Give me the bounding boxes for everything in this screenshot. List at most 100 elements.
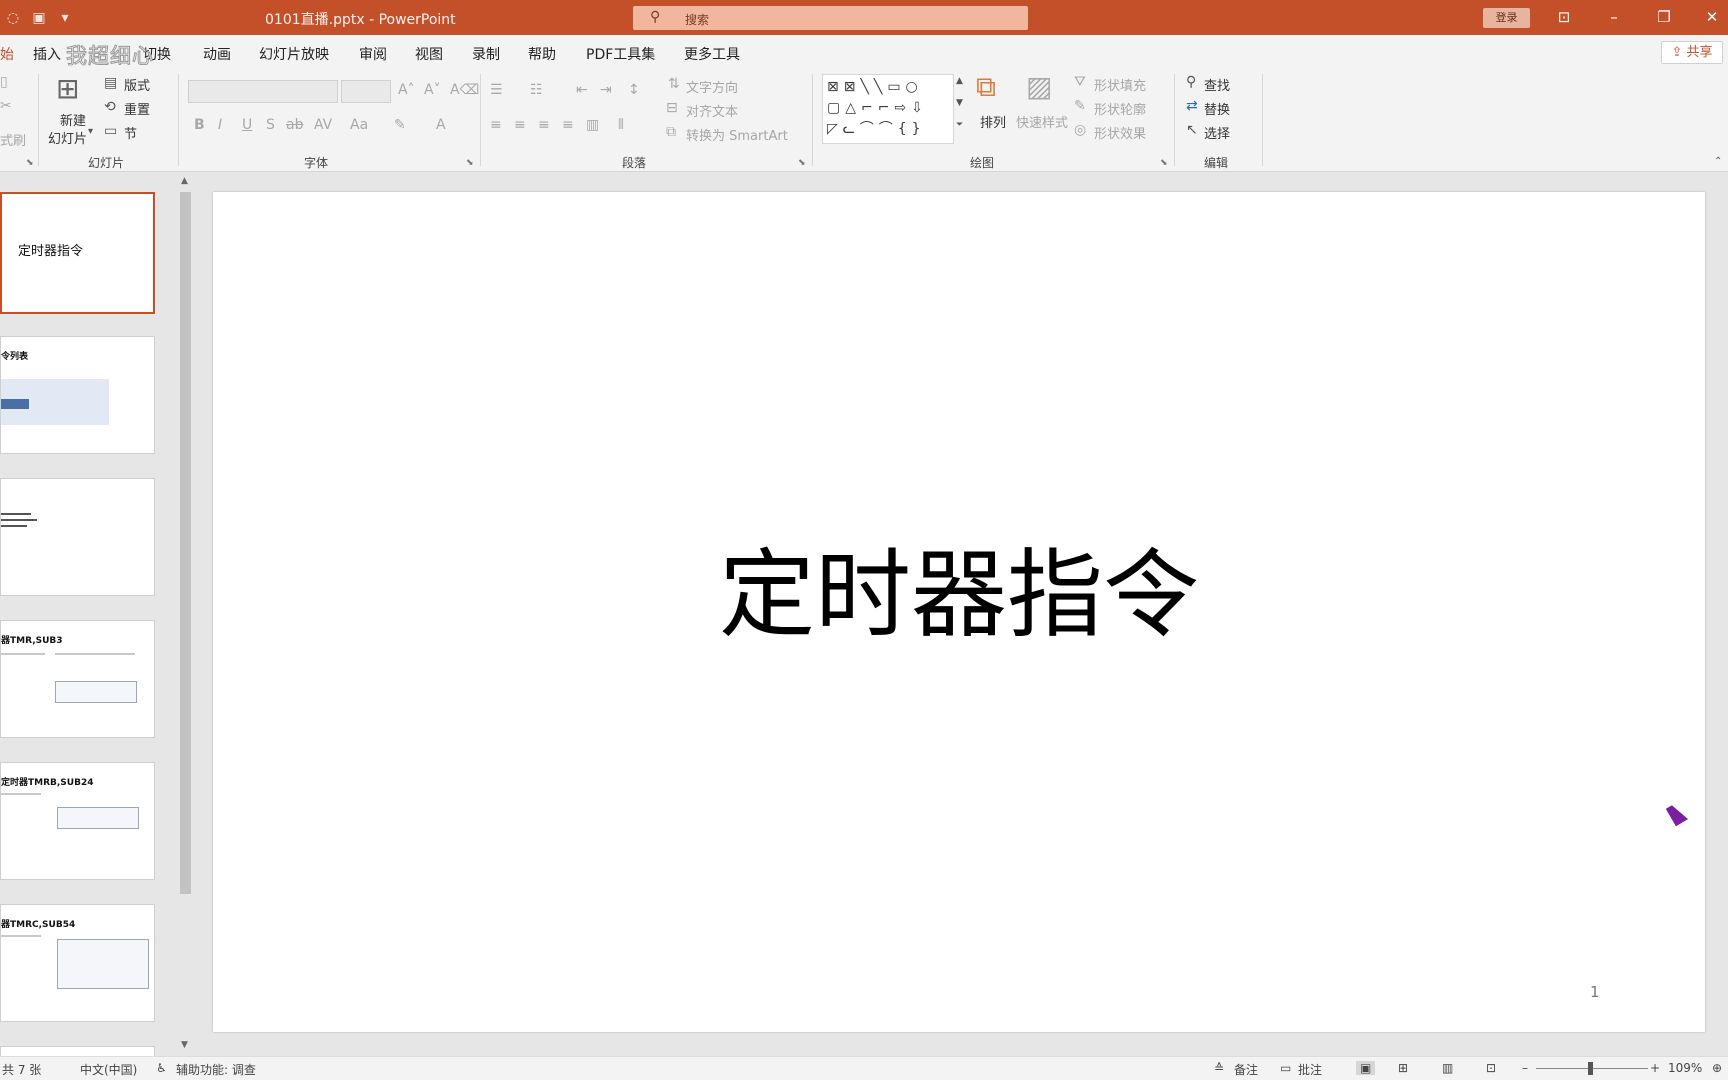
increase-font-icon[interactable]: A˄ [398,82,415,98]
login-button[interactable]: 登录 [1483,8,1530,28]
bullets-icon[interactable]: ☰ [490,82,503,98]
notes-button[interactable]: 备注 [1234,1061,1258,1078]
text-direction-button[interactable]: 文字方向 [686,77,738,96]
shape-effects-button[interactable]: 形状效果 [1094,123,1146,142]
new-slide-sub-label[interactable]: 幻灯片 [48,128,87,147]
scroll-up-icon[interactable]: ▲ [181,176,188,186]
search-input[interactable]: ⚲ 搜索 [633,6,1028,30]
align-left-icon[interactable]: ≡ [490,117,502,133]
shapes-gallery[interactable]: ⊠⊠╲╲▭○ ▢△⌐⌐⇨⇩ ◸ᓚ⌒⌒{} [822,74,954,144]
font-size-combo[interactable] [341,80,391,103]
normal-view-icon[interactable]: ▣ [1356,1061,1376,1075]
tab-insert[interactable]: 插入 [33,44,61,64]
thumbnail-slide-7[interactable] [0,1046,155,1056]
decrease-font-icon[interactable]: A˅ [424,82,441,98]
reset-button[interactable]: 重置 [124,99,150,118]
paragraph-launcher-icon[interactable]: ⬊ [798,158,806,168]
layout-button[interactable]: 版式 [124,75,150,94]
tab-slideshow[interactable]: 幻灯片放映 [259,44,329,64]
tab-more-tools[interactable]: 更多工具 [684,44,740,64]
tab-record[interactable]: 录制 [472,44,500,64]
ribbon-display-icon[interactable]: ⊡ [1540,0,1588,35]
underline-icon[interactable]: U [242,117,252,133]
columns-icon[interactable]: ⫴ [618,117,624,133]
thumbnail-slide-4[interactable]: 器TMR,SUB3 [0,620,155,738]
new-slide-icon[interactable]: ⊞ [56,72,79,105]
zoom-in-icon[interactable]: + [1650,1061,1660,1075]
justify-icon[interactable]: ≡ [562,117,574,133]
slideshow-icon[interactable]: ⊡ [1486,1061,1496,1075]
gallery-down-icon[interactable]: ▼ [956,98,963,108]
align-right-icon[interactable]: ≡ [538,117,550,133]
font-color-icon[interactable]: A [436,117,446,133]
accessibility-icon[interactable]: ♿ [156,1061,167,1075]
collapse-ribbon-icon[interactable]: ⌃ [1714,156,1722,167]
scroll-down-icon[interactable]: ▼ [181,1040,188,1050]
editor-scrollbar[interactable] [1718,172,1728,1056]
thumbnail-slide-6[interactable]: 器TMRC,SUB54 [0,904,155,1022]
thumbnail-slide-1[interactable]: 定时器指令 [0,192,155,314]
thumbnails-scrollbar[interactable]: ▲ ▼ [178,172,194,1056]
shadow-icon[interactable]: S [266,117,275,133]
thumbnail-slide-5[interactable]: 定时器TMRB,SUB24 [0,762,155,880]
convert-smartart-button[interactable]: 转换为 SmartArt [686,125,788,144]
fit-slide-icon[interactable]: ⊕ [1712,1061,1722,1075]
tab-view[interactable]: 视图 [415,44,443,64]
paste-icon[interactable]: ▯ [0,74,8,90]
find-button[interactable]: 查找 [1204,75,1230,94]
format-painter-partial[interactable]: 式刷 [0,130,26,149]
strikethrough-icon[interactable]: ab [286,117,303,133]
tab-review[interactable]: 审阅 [359,44,387,64]
tab-help[interactable]: 帮助 [528,44,556,64]
tab-animations[interactable]: 动画 [203,44,231,64]
slide-title[interactable]: 定时器指令 [213,517,1705,656]
thumbnail-slide-3[interactable] [0,478,155,596]
language-indicator[interactable]: 中文(中国) [80,1061,137,1078]
customize-qat-icon[interactable]: ▾ [52,10,78,26]
minimize-icon[interactable]: – [1590,0,1638,35]
slideshow-from-start-icon[interactable]: ▣ [26,10,52,26]
cut-icon[interactable]: ✂ [0,98,12,114]
bold-icon[interactable]: B [194,117,205,133]
select-button[interactable]: 选择 [1204,123,1230,142]
align-center-icon[interactable]: ≡ [514,117,526,133]
zoom-slider-thumb[interactable] [1588,1062,1593,1075]
share-button[interactable]: ⇪ 共享 [1661,41,1723,64]
zoom-out-icon[interactable]: – [1522,1061,1528,1075]
char-spacing-icon[interactable]: AV [314,117,332,133]
tab-pdf-tools[interactable]: PDF工具集 [586,44,655,64]
chevron-down-icon[interactable]: ▾ [88,126,93,137]
quick-styles-button[interactable]: 快速样式 [1016,112,1068,131]
clear-format-icon[interactable]: A⌫ [450,82,479,98]
change-case-icon[interactable]: Aa [350,117,368,133]
replace-button[interactable]: 替换 [1204,99,1230,118]
accessibility-status[interactable]: 辅助功能: 调查 [176,1061,256,1078]
undo-icon[interactable]: ◌ [0,10,26,26]
font-launcher-icon[interactable]: ⬊ [466,158,474,168]
close-icon[interactable]: ✕ [1688,0,1728,35]
reading-view-icon[interactable]: ▥ [1442,1061,1453,1075]
arrange-icon[interactable]: ⧉ [976,70,996,104]
slide-sorter-icon[interactable]: ⊞ [1398,1061,1408,1075]
line-spacing-icon[interactable]: ↕ [628,82,640,98]
increase-indent-icon[interactable]: ⇥ [600,82,612,98]
distributed-icon[interactable]: ▥ [586,117,599,133]
font-name-combo[interactable] [188,80,338,103]
thumbnail-slide-2[interactable]: 令列表 [0,336,155,454]
highlight-icon[interactable]: ✎ [394,117,406,133]
quick-styles-icon[interactable]: ▨ [1026,70,1052,103]
clipboard-launcher-icon[interactable]: ⬊ [26,158,34,168]
arrange-button[interactable]: 排列 [980,112,1006,131]
scrollbar-thumb[interactable] [180,192,191,894]
new-slide-button[interactable]: 新建 [60,110,86,129]
zoom-level[interactable]: 109% [1668,1061,1702,1075]
decrease-indent-icon[interactable]: ⇤ [576,82,588,98]
align-text-button[interactable]: 对齐文本 [686,101,738,120]
tab-home-partial[interactable]: 始 [0,44,14,64]
italic-icon[interactable]: I [218,117,222,133]
section-button[interactable]: 节 [124,123,137,142]
shape-outline-button[interactable]: 形状轮廓 [1094,99,1146,118]
slide-canvas[interactable]: 定时器指令 1 [213,192,1705,1032]
drawing-launcher-icon[interactable]: ⬊ [1160,158,1168,168]
numbering-icon[interactable]: ☷ [530,82,543,98]
